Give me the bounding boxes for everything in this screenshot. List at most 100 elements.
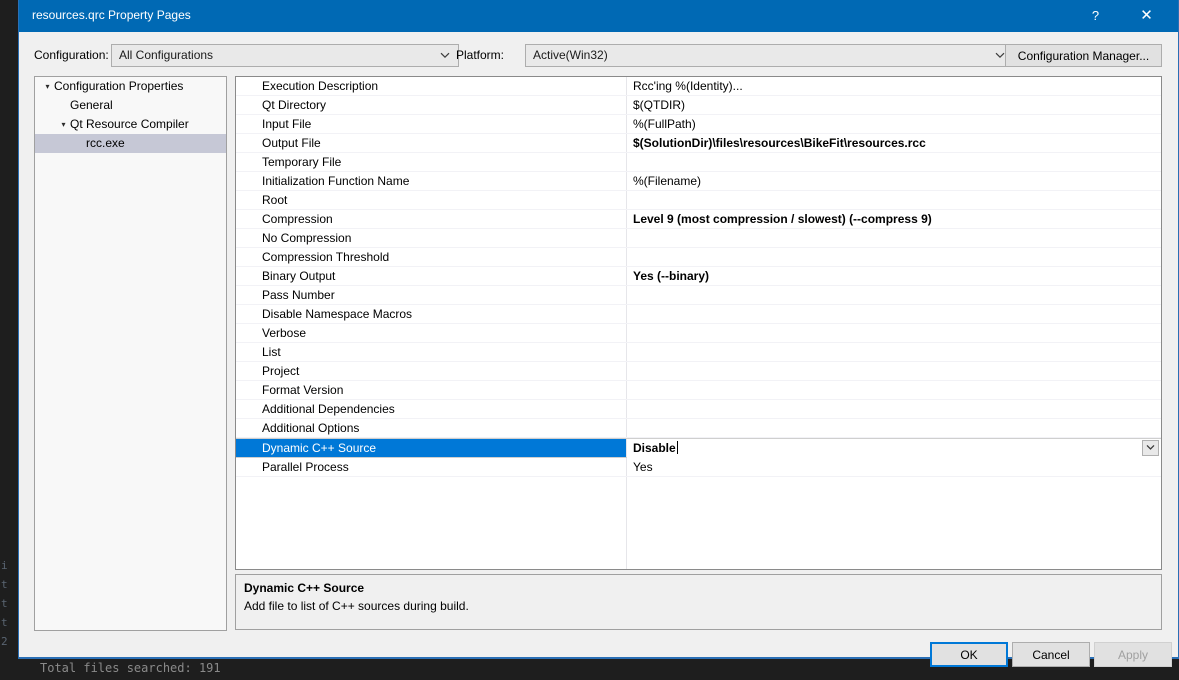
property-row[interactable]: Initialization Function Name %(Filename) (236, 172, 1161, 191)
tree-item-label: Configuration Properties (54, 79, 184, 93)
property-name: Verbose (262, 326, 307, 340)
property-name: Parallel Process (262, 460, 349, 474)
property-value: $(QTDIR) (633, 98, 685, 112)
property-value (627, 191, 1161, 209)
expander-icon[interactable]: ▾ (57, 115, 70, 134)
property-value (627, 400, 1161, 418)
tree-item-qt-resource-compiler[interactable]: ▾ Qt Resource Compiler (35, 115, 226, 134)
value-dropdown-button[interactable] (1142, 440, 1159, 456)
property-value (627, 286, 1161, 304)
property-row[interactable]: List (236, 343, 1161, 362)
property-name: No Compression (262, 231, 352, 245)
property-description-title: Dynamic C++ Source (244, 581, 365, 595)
property-value (627, 362, 1161, 380)
property-row[interactable]: Additional Options (236, 419, 1161, 438)
footer-separator (19, 634, 1178, 635)
property-row[interactable]: Format Version (236, 381, 1161, 400)
dialog-title: resources.qrc Property Pages (32, 8, 191, 22)
configuration-tree[interactable]: ▾ Configuration Properties General ▾ Qt Reso… (34, 76, 227, 631)
property-description-pane: Dynamic C++ Source Add file to list of C… (235, 574, 1162, 630)
property-value (627, 229, 1161, 247)
property-row[interactable]: Output File $(SolutionDir)\files\resource… (236, 134, 1161, 153)
property-row[interactable]: Temporary File (236, 153, 1161, 172)
apply-button[interactable]: Apply (1094, 642, 1172, 667)
property-value (627, 324, 1161, 342)
property-row[interactable]: Parallel Process Yes (236, 458, 1161, 477)
property-description-body: Add file to list of C++ sources during b… (244, 599, 469, 613)
ok-button[interactable]: OK (930, 642, 1008, 667)
tree-item-configuration-properties[interactable]: ▾ Configuration Properties (35, 77, 226, 96)
property-name: Qt Directory (262, 98, 327, 112)
property-grid[interactable]: Execution Description Rcc'ing %(Identity)… (235, 76, 1162, 570)
property-row[interactable]: Compression Level 9 (most compression / s… (236, 210, 1161, 229)
property-name: Temporary File (262, 155, 342, 169)
property-value (627, 419, 1161, 437)
text-caret (676, 441, 678, 454)
property-pages-dialog: resources.qrc Property Pages ? ✕ Configu… (18, 0, 1179, 667)
property-value (627, 248, 1161, 266)
configuration-dropdown[interactable]: All Configurations (111, 44, 459, 67)
property-name: Root (262, 193, 288, 207)
property-row[interactable]: Disable Namespace Macros (236, 305, 1161, 324)
property-name: Additional Dependencies (262, 402, 395, 416)
property-row[interactable]: Dynamic C++ Source Disable (236, 438, 1161, 458)
property-name: Dynamic C++ Source (236, 439, 626, 457)
dialog-titlebar[interactable]: resources.qrc Property Pages ? ✕ (19, 0, 1178, 32)
property-name: Binary Output (262, 269, 336, 283)
property-row[interactable]: Additional Dependencies (236, 400, 1161, 419)
configuration-label: Configuration: (34, 48, 109, 62)
property-name: Compression Threshold (262, 250, 390, 264)
property-name: Initialization Function Name (262, 174, 410, 188)
platform-label: Platform: (456, 48, 505, 62)
configuration-value: All Configurations (119, 48, 214, 62)
property-name: Disable Namespace Macros (262, 307, 413, 321)
property-value: Yes (--binary) (633, 269, 710, 283)
property-row[interactable]: Binary Output Yes (--binary) (236, 267, 1161, 286)
property-name: Format Version (262, 383, 344, 397)
property-value (627, 343, 1161, 361)
property-name: Execution Description (262, 79, 379, 93)
property-name: Output File (262, 136, 321, 150)
property-row[interactable]: Qt Directory $(QTDIR) (236, 96, 1161, 115)
tree-item-label: Qt Resource Compiler (70, 117, 189, 131)
property-name: Additional Options (262, 421, 360, 435)
property-value (627, 305, 1161, 323)
property-name: Project (262, 364, 300, 378)
property-row[interactable]: Input File %(FullPath) (236, 115, 1161, 134)
property-value (627, 381, 1161, 399)
property-row[interactable]: Project (236, 362, 1161, 381)
property-row[interactable]: Root (236, 191, 1161, 210)
property-row[interactable]: Compression Threshold (236, 248, 1161, 267)
tree-item-label: General (70, 98, 113, 112)
property-grid-rows: Execution Description Rcc'ing %(Identity)… (236, 77, 1161, 477)
help-icon[interactable]: ? (1073, 0, 1118, 32)
chevron-down-icon (439, 49, 451, 61)
configuration-manager-button[interactable]: Configuration Manager... (1005, 44, 1162, 67)
property-name: Pass Number (262, 288, 335, 302)
property-row[interactable]: Verbose (236, 324, 1161, 343)
property-name: Input File (262, 117, 312, 131)
property-name: Compression (262, 212, 333, 226)
property-value: $(SolutionDir)\files\resources\BikeFit\r… (633, 136, 926, 150)
tree-item-label: rcc.exe (86, 136, 125, 150)
platform-dropdown[interactable]: Active(Win32) (525, 44, 1014, 67)
property-value (627, 153, 1161, 171)
property-value-editor[interactable]: Disable (627, 439, 1161, 458)
background-status-text: Total files searched: 191 (40, 661, 221, 675)
property-row[interactable]: No Compression (236, 229, 1161, 248)
tree-item-general[interactable]: General (35, 96, 226, 115)
configuration-tree-list: ▾ Configuration Properties General ▾ Qt Reso… (35, 77, 226, 153)
property-value: Level 9 (most compression / slowest) (--… (633, 212, 932, 226)
property-value: Rcc'ing %(Identity)... (633, 79, 743, 93)
property-row[interactable]: Pass Number (236, 286, 1161, 305)
cancel-button[interactable]: Cancel (1012, 642, 1090, 667)
property-value-text: Disable (633, 441, 676, 455)
property-value: %(Filename) (633, 174, 702, 188)
expander-icon[interactable]: ▾ (41, 77, 54, 96)
property-row[interactable]: Execution Description Rcc'ing %(Identity)… (236, 77, 1161, 96)
close-icon[interactable]: ✕ (1124, 0, 1169, 32)
background-gutter-text: i t t t 2 (1, 559, 8, 648)
property-value: %(FullPath) (633, 117, 696, 131)
property-value: Yes (633, 460, 653, 474)
tree-item-rcc-exe[interactable]: rcc.exe (35, 134, 226, 153)
